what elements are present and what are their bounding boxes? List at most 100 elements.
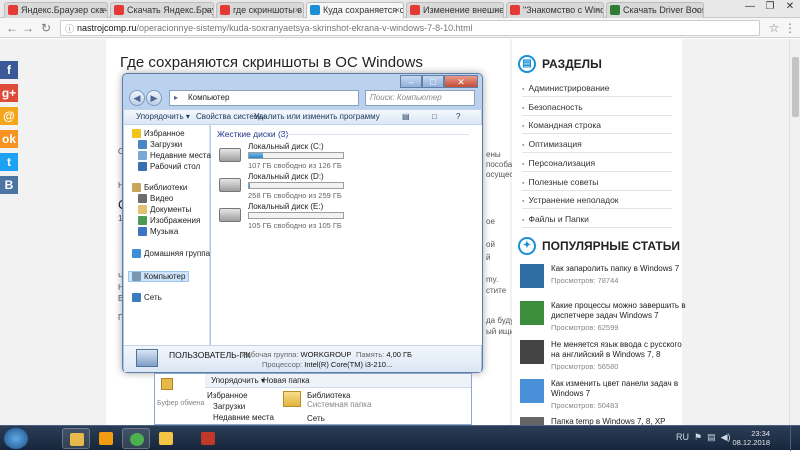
tab-close-icon[interactable]: × bbox=[205, 3, 210, 17]
view-options-icon[interactable]: ▤ bbox=[402, 110, 410, 124]
browser-tab[interactable]: где скриншоты в винд× bbox=[216, 2, 304, 18]
explorer2-item-network[interactable]: Сеть bbox=[307, 414, 325, 423]
flag-icon[interactable]: ⚑ bbox=[694, 432, 702, 443]
nav-pictures[interactable]: Изображения bbox=[138, 216, 200, 225]
category-link[interactable]: Полезные советы bbox=[522, 177, 598, 187]
minimize-button[interactable]: – bbox=[400, 75, 422, 88]
toolbar-item[interactable]: Упорядочить ▾ bbox=[136, 110, 190, 124]
show-desktop-button[interactable] bbox=[790, 426, 800, 451]
drives-group-title[interactable]: Жесткие диски (3) bbox=[217, 129, 288, 139]
start-button[interactable] bbox=[4, 428, 28, 449]
popular-article-title[interactable]: Какие процессы можно завершить в диспетч… bbox=[551, 301, 686, 321]
article-thumbnail[interactable] bbox=[520, 379, 544, 403]
popular-article[interactable]: Как запаролить папку в Windows 7 Просмотр… bbox=[520, 264, 685, 300]
explorer2-item-library[interactable]: Библиотека bbox=[307, 391, 351, 400]
nav-homegroup[interactable]: Домашняя группа bbox=[132, 249, 210, 258]
explorer-search-input[interactable]: Поиск: Компьютер bbox=[365, 90, 475, 106]
browser-tab[interactable]: Изменение внешнего в× bbox=[406, 2, 504, 18]
explorer2-nav-downloads[interactable]: Загрузки bbox=[213, 402, 245, 411]
help-icon[interactable]: ? bbox=[456, 110, 460, 124]
explorer2-organize[interactable]: Упорядочить ▾ bbox=[211, 374, 265, 387]
explorer2-new-folder[interactable]: Новая папка bbox=[263, 374, 310, 387]
popular-article-title[interactable]: Папка temp в Windows 7, 8, XP bbox=[551, 417, 686, 425]
media-player-icon[interactable] bbox=[92, 428, 120, 449]
clock[interactable]: 23:34 08.12.2018 bbox=[732, 429, 770, 447]
browser-tab[interactable]: "Знакомство с Windows× bbox=[506, 2, 604, 18]
scrollbar-thumb[interactable] bbox=[792, 57, 799, 117]
category-link[interactable]: Администрирование bbox=[522, 83, 609, 93]
forward-arrow-icon[interactable]: → bbox=[20, 20, 36, 36]
url-input[interactable]: ⓘ nastrojcomp.ru/operacionnye-sistemy/ku… bbox=[60, 20, 760, 36]
network-icon[interactable]: ▤ bbox=[707, 432, 716, 443]
browser-tab[interactable]: Яндекс.Браузер скачать× bbox=[4, 2, 108, 18]
article-thumbnail[interactable] bbox=[520, 340, 544, 364]
article-thumbnail[interactable] bbox=[520, 417, 544, 425]
tab-close-icon[interactable]: × bbox=[395, 3, 400, 17]
forward-button[interactable]: ▶ bbox=[146, 90, 162, 106]
window-restore-button[interactable]: ❐ bbox=[760, 0, 780, 15]
facebook-icon[interactable]: f bbox=[0, 61, 18, 79]
popular-article-title[interactable]: Как запаролить папку в Windows 7 bbox=[551, 264, 686, 274]
menu-icon[interactable]: ⋮ bbox=[782, 20, 798, 36]
browser-tab[interactable]: Куда сохраняется скри× bbox=[306, 2, 404, 18]
chrome-icon[interactable] bbox=[122, 428, 150, 449]
drive-item[interactable]: Локальный диск (E:) 105 ГБ свободно из 10… bbox=[219, 202, 439, 232]
explorer2-nav-favorites[interactable]: Избранное bbox=[207, 391, 248, 400]
nav-computer[interactable]: Компьютер bbox=[128, 271, 190, 282]
nav-recent-places[interactable]: Недавние места bbox=[138, 151, 211, 160]
nav-downloads[interactable]: Загрузки bbox=[138, 140, 182, 149]
page-info-icon[interactable]: ⓘ bbox=[65, 22, 74, 35]
twitter-icon[interactable]: t bbox=[0, 153, 18, 171]
app-icon[interactable] bbox=[194, 428, 222, 449]
volume-icon[interactable]: ◀) bbox=[721, 432, 731, 443]
mail-icon[interactable]: @ bbox=[0, 107, 18, 125]
folder-icon[interactable] bbox=[62, 428, 90, 449]
lang-indicator[interactable]: RU bbox=[676, 432, 689, 443]
nav-favorites[interactable]: Избранное bbox=[132, 129, 185, 138]
tab-close-icon[interactable]: × bbox=[595, 3, 600, 17]
nav-network[interactable]: Сеть bbox=[132, 293, 162, 302]
tab-close-icon[interactable]: × bbox=[695, 3, 700, 17]
popular-article-title[interactable]: Не меняется язык ввода с русского на анг… bbox=[551, 340, 686, 360]
page-scrollbar[interactable] bbox=[789, 39, 800, 425]
reload-icon[interactable]: ↻ bbox=[38, 20, 54, 36]
category-link[interactable]: Безопасность bbox=[522, 102, 582, 112]
article-thumbnail[interactable] bbox=[520, 264, 544, 288]
drive-item[interactable]: Локальный диск (D:) 258 ГБ свободно из 25… bbox=[219, 172, 439, 202]
category-link[interactable]: Устранение неполадок bbox=[522, 195, 618, 205]
category-link[interactable]: Командная строка bbox=[522, 120, 601, 130]
popular-article-title[interactable]: Как изменить цвет панели задач в Windows… bbox=[551, 379, 686, 399]
back-arrow-icon[interactable]: ← bbox=[4, 20, 20, 36]
window-close-button[interactable]: ✕ bbox=[780, 0, 800, 15]
tab-close-icon[interactable]: × bbox=[99, 3, 104, 17]
tab-close-icon[interactable]: × bbox=[295, 3, 300, 17]
article-thumbnail[interactable] bbox=[520, 301, 544, 325]
category-link[interactable]: Оптимизация bbox=[522, 139, 581, 149]
nav-documents[interactable]: Документы bbox=[138, 205, 191, 214]
close-button[interactable]: ✕ bbox=[444, 75, 478, 88]
browser-tab[interactable]: Скачать Driver Booster× bbox=[606, 2, 704, 18]
nav-libraries[interactable]: Библиотеки bbox=[132, 183, 187, 192]
odnoklassniki-icon[interactable]: ok bbox=[0, 130, 18, 148]
explorer-address-bar[interactable]: ▸ Компьютер bbox=[169, 90, 359, 106]
popular-article[interactable]: Как изменить цвет панели задач в Windows… bbox=[520, 379, 685, 415]
bookmark-star-icon[interactable]: ☆ bbox=[766, 20, 782, 36]
explorer2-nav-recent[interactable]: Недавние места bbox=[213, 413, 274, 422]
popular-article[interactable]: Не меняется язык ввода с русского на анг… bbox=[520, 340, 685, 376]
tab-close-icon[interactable]: × bbox=[495, 3, 500, 17]
google-plus-icon[interactable]: g+ bbox=[0, 84, 18, 102]
nav-music[interactable]: Музыка bbox=[138, 227, 178, 236]
preview-pane-icon[interactable]: □ bbox=[432, 110, 437, 124]
category-link[interactable]: Персонализация bbox=[522, 158, 595, 168]
nav-video[interactable]: Видео bbox=[138, 194, 173, 203]
category-link[interactable]: Файлы и Папки bbox=[522, 214, 588, 224]
drive-item[interactable]: Локальный диск (C:) 107 ГБ свободно из 12… bbox=[219, 142, 439, 172]
vk-icon[interactable]: В bbox=[0, 176, 18, 194]
toolbar-item[interactable]: Удалить или изменить программу bbox=[254, 110, 380, 124]
popular-article[interactable]: Папка temp в Windows 7, 8, XP bbox=[520, 417, 685, 425]
popular-article[interactable]: Какие процессы можно завершить в диспетч… bbox=[520, 301, 686, 337]
nav-desktop[interactable]: Рабочий стол bbox=[138, 162, 200, 171]
window-minimize-button[interactable]: — bbox=[740, 0, 760, 15]
maximize-button[interactable]: □ bbox=[422, 75, 444, 88]
yandex-browser-icon[interactable] bbox=[152, 428, 180, 449]
